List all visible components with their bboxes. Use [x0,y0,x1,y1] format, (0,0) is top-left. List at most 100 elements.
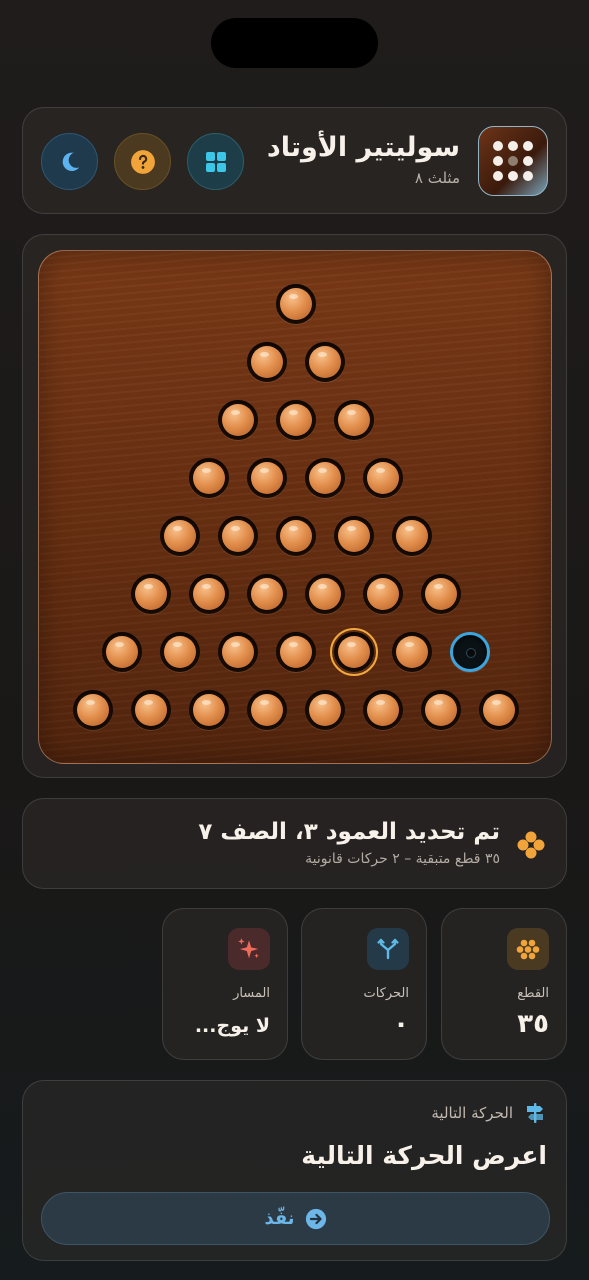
peg-hole[interactable] [421,574,461,614]
peg-hole[interactable] [102,632,142,672]
peg[interactable] [222,520,254,552]
peg-hole[interactable] [276,632,316,672]
next-move-title: اعرض الحركة التالية [301,1141,547,1170]
peg[interactable] [396,520,428,552]
peg[interactable] [309,578,341,610]
theme-toggle-button[interactable] [41,133,98,190]
arrow-circle-icon [305,1208,326,1229]
logo-dot [508,156,518,166]
peg-hole[interactable] [334,400,374,440]
pegs-cluster-icon [517,831,545,859]
peg-hole[interactable] [247,342,287,382]
peg-hole[interactable] [479,690,519,730]
peg-hole[interactable] [160,516,200,556]
selected-peg[interactable] [338,636,370,668]
board-card [22,234,567,778]
peg-hole[interactable] [392,632,432,672]
target-hole[interactable] [450,632,490,672]
stat-card-pieces: القطع ٣٥ [441,908,567,1060]
peg[interactable] [164,636,196,668]
peg[interactable] [280,288,312,320]
peg[interactable] [222,636,254,668]
peg[interactable] [367,694,399,726]
next-move-card: الحركة التالية اعرض الحركة التالية نفّذ [22,1080,567,1261]
peg-hole[interactable] [305,342,345,382]
peg[interactable] [106,636,138,668]
peg[interactable] [280,636,312,668]
peg[interactable] [425,578,457,610]
peg-hole[interactable] [363,458,403,498]
peg[interactable] [251,578,283,610]
logo-dot [508,141,518,151]
peg[interactable] [338,520,370,552]
peg-hole[interactable] [276,400,316,440]
status-card: تم تحديد العمود ٣، الصف ٧ ٣٥ قطع متبقية … [22,798,567,889]
branch-icon [377,938,399,960]
stat-icon-box [507,928,549,970]
peg[interactable] [251,462,283,494]
execute-button-label: نفّذ [264,1208,295,1229]
peg[interactable] [338,404,370,436]
peg[interactable] [251,346,283,378]
peg-hole[interactable] [247,574,287,614]
peg-hole[interactable] [218,632,258,672]
header-card: سوليتير الأوتاد مثلث ٨ [22,107,567,214]
peg[interactable] [193,694,225,726]
board-select-button[interactable] [187,133,244,190]
question-icon [130,149,155,174]
peg[interactable] [396,636,428,668]
peg[interactable] [280,520,312,552]
peg-hole[interactable] [276,284,316,324]
peg[interactable] [367,462,399,494]
peg[interactable] [77,694,109,726]
peg-hole[interactable] [218,400,258,440]
stat-label: المسار [233,986,270,1001]
peg[interactable] [309,346,341,378]
peg-board [38,250,552,764]
peg-hole[interactable] [218,516,258,556]
peg-hole[interactable] [73,690,113,730]
peg[interactable] [193,462,225,494]
peg-hole[interactable] [131,574,171,614]
execute-button[interactable]: نفّذ [41,1192,550,1245]
peg[interactable] [164,520,196,552]
logo-dot [493,141,503,151]
peg-hole[interactable] [305,574,345,614]
board-variant-label: مثلث ٨ [414,169,460,187]
peg[interactable] [483,694,515,726]
peg[interactable] [280,404,312,436]
peg-hole[interactable] [189,690,229,730]
peg[interactable] [193,578,225,610]
peg[interactable] [251,694,283,726]
peg-hole[interactable] [305,690,345,730]
stat-card-moves: الحركات ٠ [301,908,427,1060]
signpost-icon [527,1103,543,1123]
peg[interactable] [222,404,254,436]
logo-dot [508,171,518,181]
peg-hole[interactable] [334,516,374,556]
peg[interactable] [309,462,341,494]
peg-hole[interactable] [247,458,287,498]
peg-hole[interactable] [247,690,287,730]
peg[interactable] [309,694,341,726]
peg-hole[interactable] [189,458,229,498]
peg-hole[interactable] [363,690,403,730]
peg-hole[interactable] [363,574,403,614]
peg-hole[interactable] [421,690,461,730]
peg-hole[interactable] [189,574,229,614]
peg-hole[interactable] [276,516,316,556]
peg[interactable] [425,694,457,726]
selected-peg-hole[interactable] [330,628,378,676]
peg[interactable] [135,578,167,610]
peg[interactable] [367,578,399,610]
peg-hole[interactable] [305,458,345,498]
sparkle-icon [238,938,259,959]
peg-hole[interactable] [131,690,171,730]
peg-hole[interactable] [392,516,432,556]
status-text: تم تحديد العمود ٣، الصف ٧ ٣٥ قطع متبقية … [198,819,500,867]
logo-dot [523,156,533,166]
peg-hole[interactable] [160,632,200,672]
help-button[interactable] [114,133,171,190]
logo-dot [493,156,503,166]
peg[interactable] [135,694,167,726]
